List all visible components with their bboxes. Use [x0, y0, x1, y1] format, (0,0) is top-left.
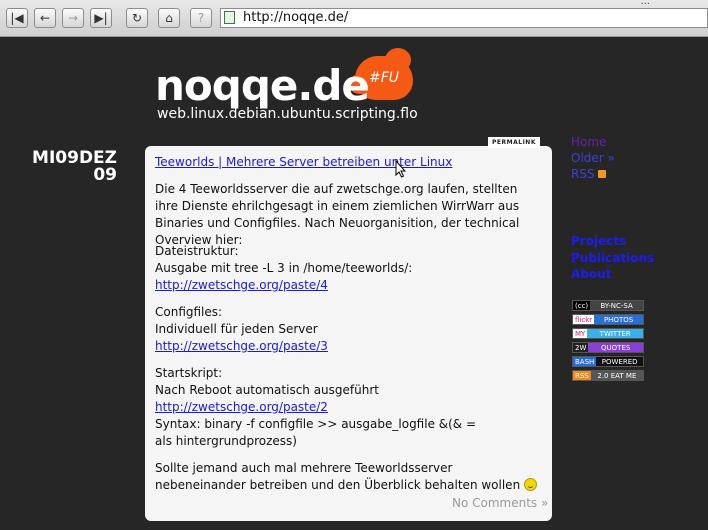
- sidebar-older-link[interactable]: Older »: [571, 151, 615, 165]
- url-text[interactable]: http://noqqe.de/: [243, 9, 348, 27]
- section-configfiles-heading: Configfiles:: [155, 305, 223, 319]
- badge-left-label: 2W: [573, 343, 589, 352]
- sidebar-badge[interactable]: BASH POWERED: [572, 356, 644, 367]
- section-startskript-text: Nach Reboot automatisch ausgeführt: [155, 383, 379, 397]
- badge-left-label: BASH: [573, 357, 597, 366]
- forward-arrow-icon[interactable]: →: [62, 8, 84, 28]
- section-configfiles-text: Individuell für jeden Server: [155, 322, 318, 336]
- sidebar-rss-label[interactable]: RSS: [571, 167, 595, 181]
- browser-toolbar: |◀ ← → ▶| ↻ ⌂ ? http://noqqe.de/ ...: [0, 0, 708, 37]
- sidebar-badge[interactable]: (cc) BY-NC-SA: [572, 300, 644, 311]
- sidebar-badge[interactable]: MY TWITTER: [572, 328, 644, 339]
- badge-left-label: RSS: [573, 371, 591, 380]
- badge-right-label: TWITTER: [587, 329, 643, 338]
- rss-icon[interactable]: [597, 170, 606, 178]
- badge-left-label: flickr: [573, 315, 595, 324]
- sidebar-rss[interactable]: RSS: [571, 167, 606, 181]
- sidebar-projects-link[interactable]: Projects: [571, 234, 626, 248]
- paste-link-4[interactable]: http://zwetschge.org/paste/4: [155, 277, 328, 294]
- badge-right-label: 2.0 EAT ME: [590, 371, 643, 380]
- post-outro-text: Sollte jemand auch mal mehrere Teeworlds…: [155, 461, 521, 492]
- badge-right-label: QUOTES: [588, 343, 643, 352]
- paste-link-3[interactable]: http://zwetschge.org/paste/3: [155, 338, 328, 355]
- post-date-year: 09: [93, 165, 117, 185]
- sidebar-badge[interactable]: RSS 2.0 EAT ME: [572, 370, 644, 381]
- permalink-tab[interactable]: PERMALINK: [488, 137, 540, 148]
- reload-icon[interactable]: ↻: [126, 8, 148, 28]
- badge-right-label: BY-NC-SA: [590, 301, 643, 310]
- sidebar-about-link[interactable]: About: [571, 267, 611, 281]
- back-arrow-icon[interactable]: ←: [34, 8, 56, 28]
- mouse-cursor-icon: [395, 160, 407, 178]
- skip-forward-icon[interactable]: ▶|: [90, 8, 112, 28]
- site-logo[interactable]: noqqe.de: [155, 62, 370, 110]
- badge-left-label: MY: [573, 329, 588, 338]
- post-date: MI09DEZ 09: [10, 150, 117, 184]
- sidebar-publications-link[interactable]: Publications: [571, 251, 654, 265]
- section-startskript-heading: Startskript:: [155, 366, 223, 380]
- no-comments-link[interactable]: No Comments »: [452, 496, 548, 510]
- post-outro: Sollte jemand auch mal mehrere Teeworlds…: [155, 460, 540, 494]
- section-dateistruktur-text: Ausgabe mit tree -L 3 in /home/teeworlds…: [155, 261, 413, 275]
- paste-link-2[interactable]: http://zwetschge.org/paste/2: [155, 399, 328, 416]
- home-icon[interactable]: ⌂: [158, 8, 180, 28]
- sidebar-home-link[interactable]: Home: [571, 135, 606, 149]
- section-startskript-syntax: Syntax: binary -f configfile >> ausgabe_…: [155, 417, 477, 448]
- badge-right-label: POWERED: [596, 357, 643, 366]
- badge-left-label: (cc): [573, 301, 591, 310]
- sidebar-badge[interactable]: 2W QUOTES: [572, 342, 644, 353]
- overflow-dots: ...: [640, 0, 650, 7]
- address-bar[interactable]: http://noqqe.de/: [220, 8, 708, 28]
- post-intro: Die 4 Teeworldsserver die auf zwetschge.…: [155, 182, 520, 247]
- badge-right-label: PHOTOS: [594, 315, 643, 324]
- post-title-link[interactable]: Teeworlds | Mehrere Server betreiben unt…: [155, 155, 452, 169]
- sidebar-badge[interactable]: flickr PHOTOS: [572, 314, 644, 325]
- skip-back-icon[interactable]: |◀: [6, 8, 28, 28]
- section-dateistruktur-heading: Dateistruktur:: [155, 244, 239, 258]
- site-tagline: web.linux.debian.ubuntu.scripting.flo: [157, 106, 418, 122]
- logo-badge: #FU: [369, 70, 400, 86]
- smiley-icon: [524, 478, 538, 491]
- page-icon: [224, 11, 235, 24]
- info-icon[interactable]: ?: [190, 8, 212, 28]
